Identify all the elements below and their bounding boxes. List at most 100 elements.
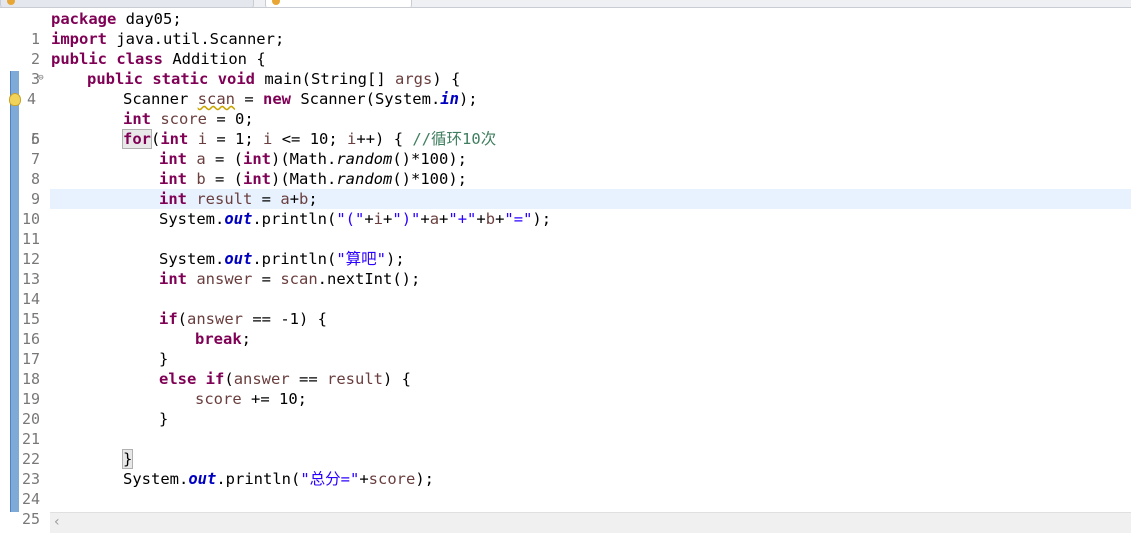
static-method: random <box>336 150 393 168</box>
java-file-icon <box>7 0 15 5</box>
code-line[interactable]: 11 System.out.println("("+i+")"+a+"+"+b+… <box>0 209 1131 248</box>
code-text: ); <box>386 250 405 268</box>
code-line[interactable]: 3 public class Addition { <box>0 49 1131 88</box>
code-text: + <box>439 210 449 228</box>
static-method: random <box>336 170 393 188</box>
keyword: new <box>262 90 291 108</box>
code-text: + <box>359 470 369 488</box>
variable: i <box>197 130 208 148</box>
editor-tab[interactable] <box>0 0 254 7</box>
static-field: out <box>188 470 217 488</box>
code-line[interactable]: 8 int a = (int)(Math.random()*100); <box>0 149 1131 188</box>
string-literal: "(" <box>336 210 365 228</box>
code-text: ++) { <box>356 130 413 148</box>
code-text: )(Math. <box>271 170 337 188</box>
variable: scan <box>197 90 235 108</box>
code-line[interactable]: 19 else if(answer == result) { <box>0 369 1131 408</box>
variable: a <box>196 150 206 168</box>
code-text: ); <box>415 470 435 488</box>
variable: b <box>196 170 206 188</box>
code-text: == <box>289 370 328 388</box>
static-field: out <box>224 250 253 268</box>
keyword: if <box>159 310 178 328</box>
code-line[interactable]: 14 int answer = scan.nextInt(); <box>0 269 1131 308</box>
variable: i <box>347 130 357 148</box>
code-text: = <box>252 190 281 208</box>
code-text: = ( <box>205 150 244 168</box>
code-text: + <box>476 210 486 228</box>
code-text: ); <box>532 210 552 228</box>
code-line[interactable]: 2 import java.util.Scanner; <box>0 29 1131 68</box>
code-line[interactable]: 24 System.out.println("总分="+score); <box>0 469 1131 508</box>
warning-lightbulb-icon[interactable] <box>9 93 21 106</box>
line-number: 25 <box>21 510 40 528</box>
variable: b <box>299 190 309 208</box>
code-text: main(String[] <box>255 70 395 88</box>
variable: scan <box>280 270 318 288</box>
code-line[interactable]: 7 for(int i = 1; i <= 10; i++) { //循环10次 <box>0 129 1131 168</box>
code-line[interactable]: 21 } <box>0 409 1131 448</box>
keyword: int <box>123 110 151 128</box>
code-text: ; <box>241 330 252 348</box>
code-line[interactable]: 23 } <box>0 449 1131 488</box>
keyword: import <box>51 30 107 48</box>
code-line[interactable]: 9 int b = (int)(Math.random()*100); <box>0 169 1131 208</box>
keyword: int <box>159 170 187 188</box>
code-line[interactable]: 22 <box>0 429 1131 468</box>
variable: a <box>429 210 440 228</box>
variable: i <box>263 130 273 148</box>
variable: answer <box>196 270 253 288</box>
code-line[interactable]: 15 <box>0 289 1131 328</box>
variable: a <box>280 190 290 208</box>
code-text: ( <box>177 310 188 328</box>
code-text: + <box>364 210 374 228</box>
code-line[interactable]: 13 System.out.println("算吧"); <box>0 249 1131 288</box>
code-text: = ( <box>205 170 244 188</box>
code-line[interactable]: 20 score += 10; <box>0 389 1131 428</box>
code-text: .println( <box>252 210 337 228</box>
keyword: break <box>195 330 242 348</box>
code-text: ; <box>308 190 318 208</box>
code-line[interactable]: 16 if(answer == -1) { <box>0 309 1131 348</box>
keyword: class <box>116 50 164 68</box>
static-field: out <box>224 210 253 228</box>
code-line[interactable]: 4 ⊖ public static void main(String[] arg… <box>0 69 1131 108</box>
keyword: static <box>152 70 209 88</box>
editor-tab-active[interactable] <box>265 0 412 7</box>
variable: b <box>485 210 496 228</box>
code-line[interactable]: 12 <box>0 229 1131 268</box>
code-text: } <box>159 410 169 428</box>
code-editor[interactable]: 1 package day05; 2 import java.util.Scan… <box>0 8 1131 528</box>
code-line[interactable]: 10 int result = a+b; <box>0 189 1131 228</box>
code-text: == -1) { <box>243 310 328 328</box>
variable: answer <box>187 310 244 328</box>
variable: score <box>160 110 208 128</box>
chevron-left-icon[interactable]: ‹ <box>54 514 60 530</box>
code-text: + <box>383 210 393 228</box>
code-line[interactable]: 5 Scanner scan = new Scanner(System.in); <box>0 89 1131 148</box>
variable: result <box>327 370 384 388</box>
code-line[interactable]: 18 } <box>0 349 1131 388</box>
code-text: + <box>420 210 430 228</box>
variable: result <box>196 190 253 208</box>
keyword: int <box>159 190 187 208</box>
code-text: day05; <box>116 10 182 28</box>
code-line[interactable]: 25 <box>0 489 1131 528</box>
code-text: ) { <box>432 70 461 88</box>
code-line[interactable]: 17 break; <box>0 329 1131 368</box>
horizontal-scrollbar[interactable]: ‹ <box>50 512 1131 533</box>
code-text: <= 10; <box>272 130 348 148</box>
code-text: java.util.Scanner; <box>107 30 285 48</box>
keyword: int <box>243 170 272 188</box>
code-line[interactable]: 6 int score = 0; <box>0 109 1131 148</box>
collapse-minus-icon[interactable]: ⊖ <box>36 74 46 84</box>
comment: //循环10次 <box>412 130 497 148</box>
code-text: = <box>234 90 263 108</box>
keyword: public <box>87 70 143 88</box>
code-line[interactable]: 1 package day05; <box>0 9 1131 48</box>
